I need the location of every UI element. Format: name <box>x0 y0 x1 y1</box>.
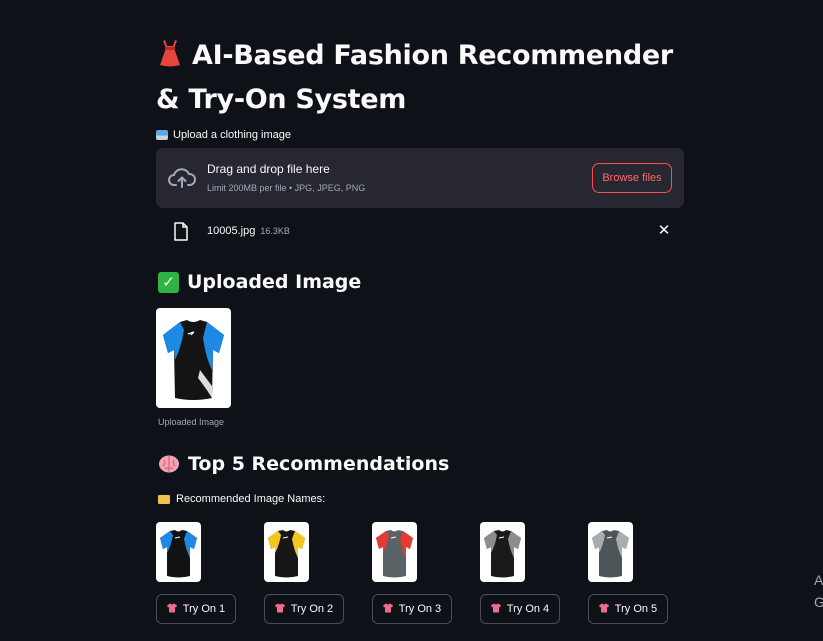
dropzone-subtitle: Limit 200MB per file • JPG, JPEG, PNG <box>207 183 366 193</box>
recommendation-image-1 <box>156 522 201 582</box>
recommendation-image-5 <box>588 522 633 582</box>
uploaded-image <box>156 308 231 408</box>
try-on-button-3[interactable]: Try On 3 <box>372 594 452 624</box>
try-on-button-2[interactable]: Try On 2 <box>264 594 344 624</box>
file-dropzone[interactable]: Drag and drop file here Limit 200MB per … <box>156 148 684 208</box>
uploaded-image-caption: Uploaded Image <box>158 417 225 427</box>
check-mark-icon: ✓ <box>158 271 179 293</box>
uploaded-file-row: 10005.jpg 16.3KB ✕ <box>156 218 684 246</box>
recommendation-image-4 <box>480 522 525 582</box>
app-page: AI-Based Fashion Recommender & Try-On Sy… <box>0 0 823 641</box>
recommended-names-label: Recommended Image Names: <box>158 493 325 505</box>
remove-file-button[interactable]: ✕ <box>656 223 672 239</box>
try-on-label: Try On 1 <box>182 603 226 615</box>
try-on-label: Try On 3 <box>398 603 442 615</box>
dropzone-title: Drag and drop file here <box>207 162 330 176</box>
recommendation-image-2 <box>264 522 309 582</box>
try-on-label: Try On 2 <box>290 603 334 615</box>
try-on-button-4[interactable]: Try On 4 <box>480 594 560 624</box>
folder-icon <box>158 494 170 504</box>
recommendations-heading: Top 5 Recommendations <box>158 453 449 475</box>
uploaded-image-heading: ✓ Uploaded Image <box>158 271 361 293</box>
offscreen-text-a: A <box>814 572 823 588</box>
t-shirt-icon <box>490 603 501 616</box>
try-on-button-1[interactable]: Try On 1 <box>156 594 236 624</box>
cloud-upload-icon <box>168 168 196 188</box>
brain-icon <box>159 455 179 473</box>
inbox-tray-icon <box>156 130 168 140</box>
file-size: 16.3KB <box>260 226 290 236</box>
browse-files-button[interactable]: Browse files <box>592 163 672 193</box>
try-on-label: Try On 4 <box>506 603 550 615</box>
dress-icon <box>156 38 192 80</box>
file-name: 10005.jpg 16.3KB <box>207 225 290 237</box>
recommendation-image-3 <box>372 522 417 582</box>
t-shirt-icon <box>598 603 609 616</box>
t-shirt-icon <box>274 603 285 616</box>
t-shirt-icon <box>166 603 177 616</box>
file-icon <box>174 222 188 241</box>
try-on-label: Try On 5 <box>614 603 658 615</box>
try-on-button-5[interactable]: Try On 5 <box>588 594 668 624</box>
close-icon: ✕ <box>657 222 671 239</box>
page-title: AI-Based Fashion Recommender & Try-On Sy… <box>156 38 673 115</box>
offscreen-text-g: G <box>814 594 823 610</box>
t-shirt-icon <box>382 603 393 616</box>
upload-label: Upload a clothing image <box>156 129 291 141</box>
